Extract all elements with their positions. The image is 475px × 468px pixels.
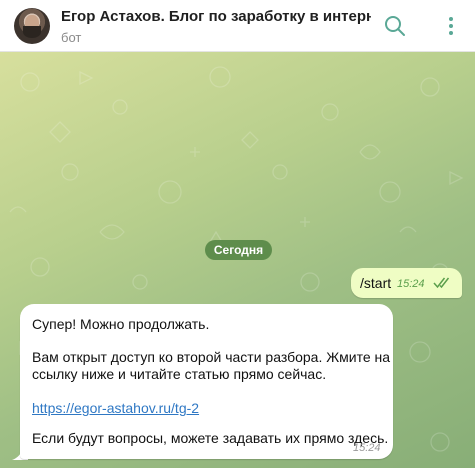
- outgoing-message-text: /start: [360, 275, 392, 291]
- search-icon[interactable]: [384, 15, 406, 37]
- message-link[interactable]: https://egor-astahov.ru/tg-2: [32, 400, 199, 416]
- message-line: Вам открыт доступ ко второй части разбор…: [32, 349, 391, 365]
- incoming-message-time: 15:24: [353, 442, 381, 454]
- chat-header: Егор Астахов. Блог по заработку в интерн…: [0, 0, 475, 52]
- chat-title[interactable]: Егор Астахов. Блог по заработку в интерн…: [61, 8, 371, 25]
- chat-subtitle: бот: [61, 30, 82, 45]
- date-separator: Сегодня: [205, 240, 272, 260]
- more-vertical-icon[interactable]: [440, 15, 462, 37]
- message-line: Супер! Можно продолжать.: [32, 316, 210, 332]
- incoming-message[interactable]: Супер! Можно продолжать. Вам открыт дост…: [20, 304, 393, 459]
- message-line: Если будут вопросы, можете задавать их п…: [32, 430, 389, 446]
- double-check-icon: [433, 277, 450, 289]
- chat-area[interactable]: Сегодня /start 15:24 Супер! Можно продол…: [0, 52, 475, 468]
- outgoing-message-time: 15:24: [397, 278, 425, 290]
- avatar[interactable]: [14, 8, 50, 44]
- outgoing-message[interactable]: /start 15:24: [351, 268, 462, 298]
- message-line: ссылку ниже и читайте статью прямо сейча…: [32, 366, 327, 382]
